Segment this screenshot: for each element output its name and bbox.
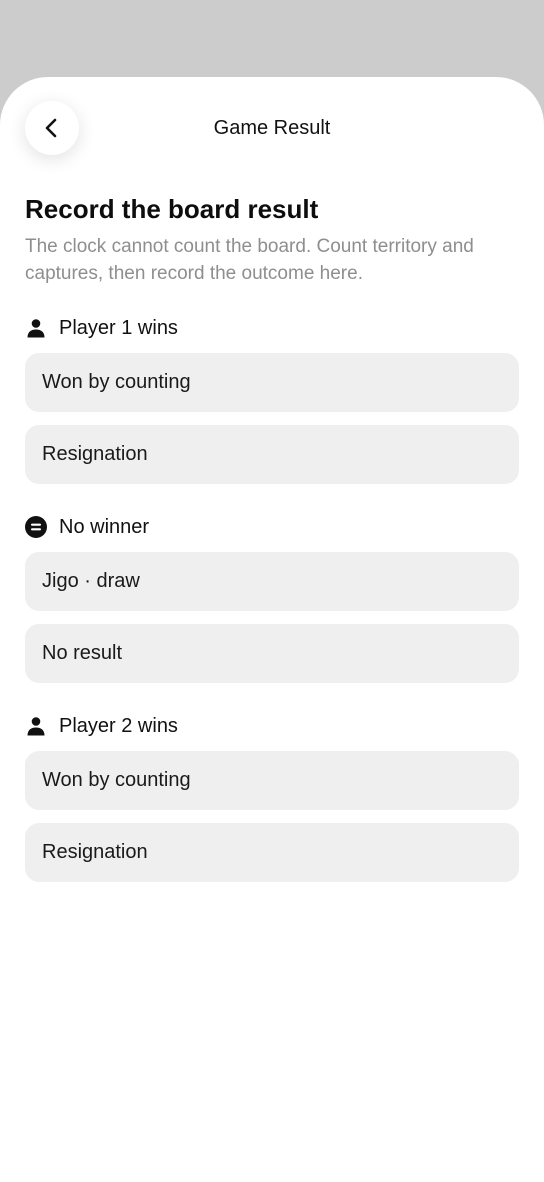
person-icon bbox=[25, 715, 47, 737]
section-label-text: No winner bbox=[59, 515, 150, 538]
person-icon bbox=[25, 317, 47, 339]
option-no-result[interactable]: No result bbox=[25, 624, 519, 683]
equals-circle-icon bbox=[25, 516, 47, 538]
option-label: Won by counting bbox=[42, 769, 191, 791]
section-heading: Record the board result bbox=[25, 194, 319, 224]
option-player2-won-by-counting[interactable]: Won by counting bbox=[25, 751, 519, 810]
option-jigo-draw[interactable]: Jigo · draw bbox=[25, 552, 519, 611]
page-title: Game Result bbox=[213, 117, 331, 139]
result-sheet: Game Result Record the board result The … bbox=[0, 77, 544, 1182]
option-player1-resignation[interactable]: Resignation bbox=[25, 425, 519, 484]
section-label-text: Player 2 wins bbox=[59, 714, 178, 737]
instructions-text: The clock cannot count the board. Count … bbox=[25, 236, 474, 284]
section-label-text: Player 1 wins bbox=[59, 316, 178, 339]
section-player2-label: Player 2 wins bbox=[25, 714, 178, 738]
option-player1-won-by-counting[interactable]: Won by counting bbox=[25, 353, 519, 412]
option-label: Resignation bbox=[42, 841, 148, 863]
section-player1-label: Player 1 wins bbox=[25, 316, 178, 340]
option-player2-resignation[interactable]: Resignation bbox=[25, 823, 519, 882]
section-no-winner-label: No winner bbox=[25, 515, 149, 539]
option-label: Jigo · draw bbox=[42, 570, 140, 592]
option-label: No result bbox=[42, 642, 123, 664]
option-label: Resignation bbox=[42, 443, 148, 465]
option-label: Won by counting bbox=[42, 371, 191, 393]
